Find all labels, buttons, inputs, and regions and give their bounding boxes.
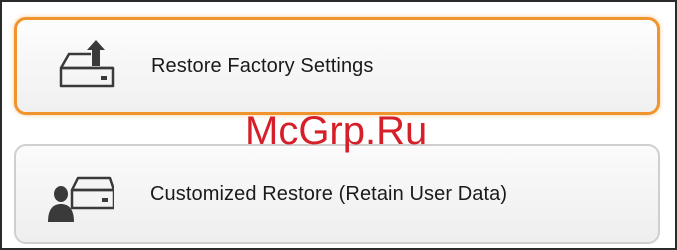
option-label: Restore Factory Settings <box>151 54 374 77</box>
drive-upload-icon <box>49 38 115 94</box>
restore-factory-settings-button[interactable]: Restore Factory Settings <box>14 17 660 115</box>
restore-options-dialog: Restore Factory Settings Customized Rest… <box>0 0 677 250</box>
user-drive-icon <box>48 166 116 222</box>
option-label: Customized Restore (Retain User Data) <box>150 182 508 205</box>
customized-restore-button[interactable]: Customized Restore (Retain User Data) <box>14 144 660 244</box>
